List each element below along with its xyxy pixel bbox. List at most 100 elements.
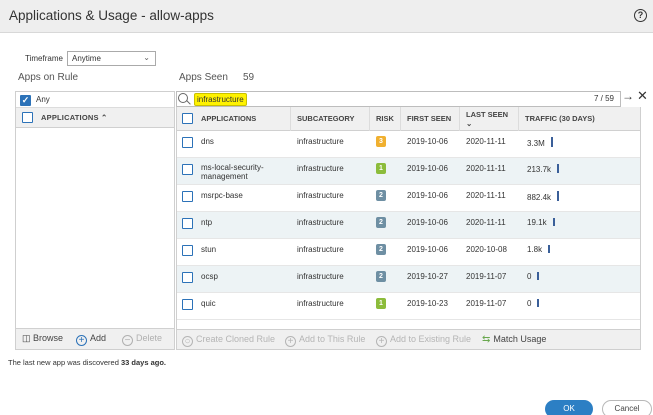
app-name[interactable]: msrpc-base [201, 191, 243, 200]
app-name-line: ms-local-security- [201, 163, 264, 172]
add-to-this-rule-button[interactable]: + Add to This Rule [285, 334, 365, 347]
traffic-sparkline-bar [557, 191, 560, 201]
app-name-line: management [201, 172, 248, 181]
app-name[interactable]: ntp [201, 218, 212, 227]
column-header[interactable]: LAST SEEN ⌄ [460, 107, 519, 131]
timeframe-select[interactable]: Anytime ⌄ [67, 51, 156, 66]
ok-button[interactable]: OK [545, 400, 593, 415]
select-all-checkbox[interactable] [182, 113, 193, 124]
risk-badge: 1 [376, 163, 386, 174]
table-row[interactable]: ocsp infrastructure 2 2019-10-27 2019-11-07 0 [177, 266, 640, 293]
status-text: The last new app was discovered 33 days … [8, 358, 166, 367]
row-checkbox[interactable] [182, 245, 193, 256]
browse-label: Browse [33, 333, 64, 343]
risk-badge: 2 [376, 190, 386, 201]
first-seen-cell: 2019-10-06 [407, 191, 448, 200]
any-checkbox[interactable]: ✓ [20, 95, 31, 106]
left-panel-footer: ◫ Browse + Add − Delete [16, 328, 174, 349]
browse-button[interactable]: ◫ Browse [22, 333, 63, 344]
column-header[interactable]: SUBCATEGORY [291, 107, 370, 131]
column-header[interactable]: FIRST SEEN [401, 107, 460, 131]
help-icon[interactable]: ? [634, 9, 647, 22]
column-header[interactable]: RISK [370, 107, 401, 131]
row-checkbox[interactable] [182, 299, 193, 310]
chevron-down-icon: ⌄ [466, 119, 473, 128]
app-name[interactable]: stun [201, 245, 216, 254]
table-row[interactable]: stun infrastructure 2 2019-10-06 2020-10-08 1… [177, 239, 640, 266]
traffic-value: 882.4k [527, 193, 552, 202]
close-icon[interactable]: ✕ [637, 88, 648, 104]
row-checkbox[interactable] [182, 164, 193, 175]
plus-icon: + [376, 336, 387, 347]
dialog-titlebar: Applications & Usage - allow-apps ? [0, 0, 653, 33]
cancel-button[interactable]: Cancel [602, 400, 652, 415]
last-seen-cell: 2020-11-11 [466, 218, 506, 227]
search-bar[interactable]: infrastructure 7 / 59 [176, 91, 621, 107]
row-checkbox[interactable] [182, 191, 193, 202]
create-cloned-rule-button[interactable]: ○ Create Cloned Rule [182, 334, 275, 347]
last-seen-cell: 2019-11-07 [466, 272, 507, 281]
last-seen-cell: 2020-10-08 [466, 245, 507, 254]
traffic-cell: 3.3M [527, 137, 553, 148]
traffic-cell: 213.7k [527, 164, 560, 174]
browse-icon: ◫ [22, 333, 31, 343]
applications-column-header[interactable]: APPLICATIONS ⌃ [41, 113, 107, 122]
traffic-value: 19.1k [527, 218, 547, 227]
search-match-count: 7 / 59 [593, 94, 614, 103]
last-seen-cell: 2020-11-11 [466, 137, 506, 146]
traffic-cell: 882.4k [527, 191, 560, 202]
swap-icon: ⇆ [482, 334, 491, 345]
match-usage-button[interactable]: ⇆ Match Usage [482, 334, 546, 345]
subcategory-cell: infrastructure [297, 218, 344, 227]
subcategory-cell: infrastructure [297, 164, 344, 173]
subcategory-cell: infrastructure [297, 137, 344, 146]
table-row[interactable]: ms-local-security-management infrastructu… [177, 158, 640, 185]
row-checkbox[interactable] [182, 137, 193, 148]
column-header[interactable]: APPLICATIONS [195, 107, 291, 131]
add-to-this-rule-label: Add to This Rule [299, 334, 366, 344]
chevron-up-icon: ⌃ [100, 113, 108, 122]
risk-badge: 2 [376, 244, 386, 255]
traffic-cell: 19.1k [527, 218, 555, 227]
row-checkbox[interactable] [182, 218, 193, 229]
table-row[interactable]: dns infrastructure 3 2019-10-06 2020-11-11 3.… [177, 131, 640, 158]
risk-badge: 2 [376, 271, 386, 282]
applications-header-label: APPLICATIONS [41, 113, 99, 122]
add-button[interactable]: + Add [76, 333, 106, 346]
select-all-checkbox[interactable] [22, 112, 33, 123]
subcategory-cell: infrastructure [297, 191, 344, 200]
table-actions-bar: ○ Create Cloned Rule + Add to This Rule + A… [176, 329, 641, 350]
last-seen-cell: 2020-11-11 [466, 164, 506, 173]
search-input[interactable]: infrastructure [194, 93, 247, 106]
traffic-value: 1.8k [527, 245, 543, 254]
subcategory-cell: infrastructure [297, 245, 344, 254]
apps-on-rule-label: Apps on Rule [18, 72, 79, 83]
apps-seen-count: 59 [243, 72, 255, 83]
match-usage-label: Match Usage [493, 334, 547, 344]
table-row[interactable]: quic infrastructure 1 2019-10-23 2019-11-07 0 [177, 293, 640, 320]
app-name[interactable]: quic [201, 299, 216, 308]
any-row[interactable]: ✓ Any [16, 92, 174, 108]
left-table-header: APPLICATIONS ⌃ [16, 108, 174, 128]
table-row[interactable]: ntp infrastructure 2 2019-10-06 2020-11-11 19… [177, 212, 640, 239]
add-to-existing-rule-label: Add to Existing Rule [390, 334, 472, 344]
dialog-title: Applications & Usage - allow-apps [9, 8, 214, 23]
first-seen-cell: 2019-10-23 [407, 299, 448, 308]
add-to-existing-rule-button[interactable]: + Add to Existing Rule [376, 334, 471, 347]
next-match-arrow-icon[interactable]: → [622, 89, 634, 103]
delete-button[interactable]: − Delete [122, 333, 162, 346]
column-header[interactable]: TRAFFIC (30 DAYS) [519, 107, 640, 131]
table-row[interactable]: msrpc-base infrastructure 2 2019-10-06 2020-… [177, 185, 640, 212]
traffic-sparkline-bar [550, 137, 553, 147]
app-name[interactable]: ms-local-security-management [201, 163, 264, 181]
first-seen-cell: 2019-10-06 [407, 164, 448, 173]
plus-icon: + [76, 335, 87, 346]
traffic-value: 3.3M [527, 139, 545, 148]
app-name[interactable]: ocsp [201, 272, 218, 281]
app-name[interactable]: dns [201, 137, 214, 146]
traffic-cell: 0 [527, 299, 540, 308]
apps-on-rule-panel: ✓ Any APPLICATIONS ⌃ ◫ Browse + Add − Dele… [15, 91, 175, 350]
first-seen-cell: 2019-10-06 [407, 245, 448, 254]
status-emphasis: 33 days ago. [120, 358, 167, 367]
row-checkbox[interactable] [182, 272, 193, 283]
